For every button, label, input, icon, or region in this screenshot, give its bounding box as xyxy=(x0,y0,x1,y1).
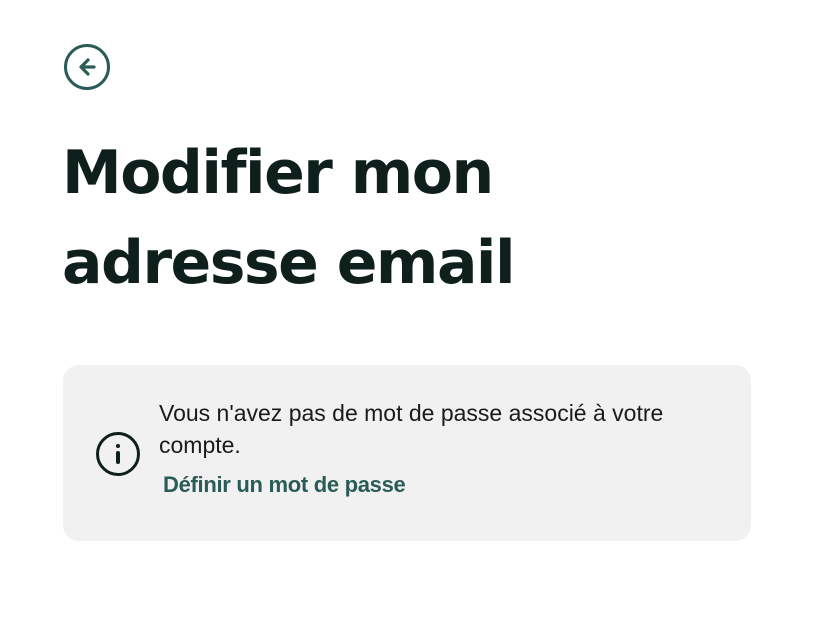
set-password-link[interactable]: Définir un mot de passe xyxy=(163,472,406,498)
page-title: Modifier mon adresse email xyxy=(62,138,516,298)
back-button[interactable] xyxy=(64,44,110,90)
arrow-left-icon xyxy=(79,58,96,76)
info-card: Vous n'avez pas de mot de passe associé … xyxy=(63,365,751,541)
info-circle-icon xyxy=(96,432,140,476)
info-message: Vous n'avez pas de mot de passe associé … xyxy=(159,400,664,458)
